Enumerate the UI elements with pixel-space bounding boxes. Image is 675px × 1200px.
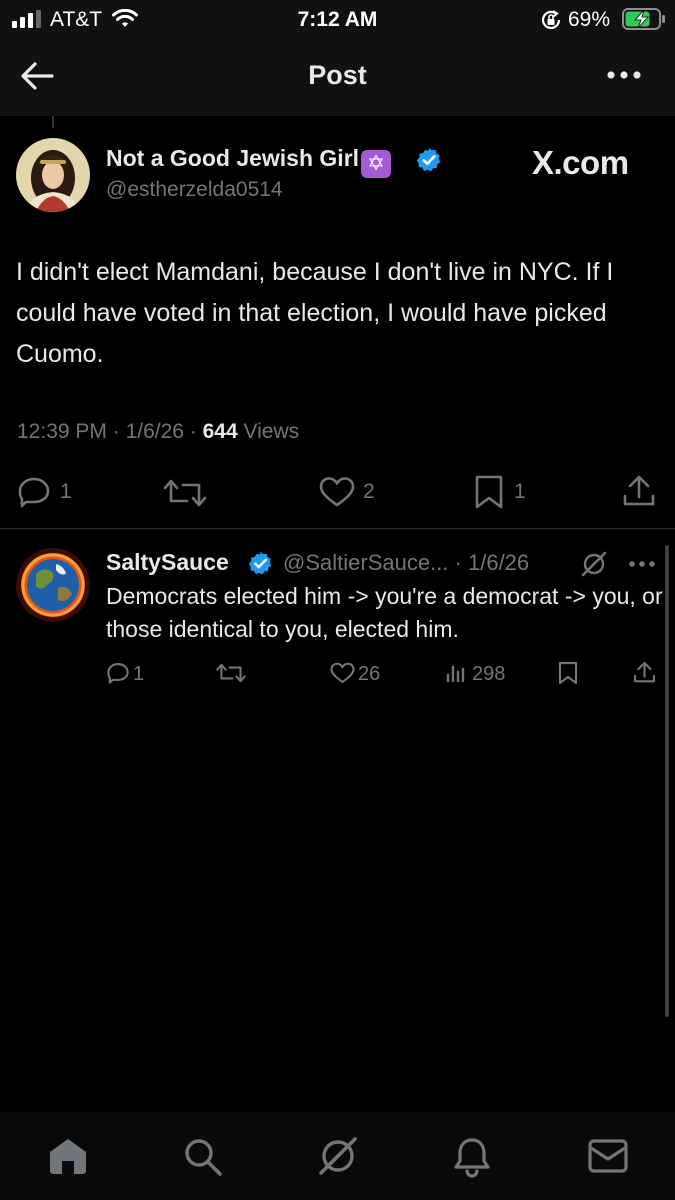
like-icon — [319, 477, 355, 507]
reply-reply-button[interactable]: 1 — [106, 661, 166, 687]
reply-button[interactable]: 1 — [17, 475, 97, 509]
messages-icon[interactable] — [588, 1139, 628, 1173]
search-icon[interactable] — [183, 1137, 223, 1177]
reply-icon — [18, 477, 50, 508]
bookmark-count: 1 — [514, 480, 526, 503]
retweet-icon[interactable] — [163, 477, 207, 509]
like-count: 2 — [363, 480, 375, 503]
share-icon[interactable] — [622, 474, 656, 508]
thread-line — [52, 116, 54, 128]
reply-reply-count: 1 — [133, 663, 145, 685]
like-button[interactable]: 2 — [319, 475, 389, 509]
retweet-icon[interactable] — [216, 662, 246, 684]
battery-charging-icon — [622, 8, 665, 30]
grok-icon[interactable] — [316, 1134, 360, 1178]
reply-avatar[interactable] — [16, 548, 90, 622]
author-name-text: Not a Good Jewish Girl — [106, 145, 360, 171]
avatar[interactable] — [16, 138, 90, 212]
bookmark-icon — [475, 475, 503, 509]
reply-views-count: 298 — [472, 663, 506, 685]
reply-author-handle[interactable]: @SaltierSauce... — [283, 550, 448, 575]
star-of-david-emoji: ✡ — [361, 150, 392, 178]
share-icon[interactable] — [633, 661, 656, 684]
reply-icon — [107, 663, 129, 684]
more-icon[interactable] — [606, 70, 642, 80]
views-label: Views — [243, 420, 300, 443]
grok-icon[interactable] — [580, 550, 608, 578]
views-icon — [446, 665, 465, 683]
orientation-lock-icon — [541, 10, 561, 29]
post-time[interactable]: 12:39 PM — [17, 420, 107, 443]
bookmark-button[interactable]: 1 — [474, 474, 534, 510]
reply-date[interactable]: 1/6/26 — [468, 550, 529, 575]
post-date[interactable]: 1/6/26 — [126, 420, 184, 443]
divider — [0, 528, 675, 529]
home-icon[interactable] — [48, 1137, 88, 1175]
reply-more-icon[interactable] — [628, 560, 656, 568]
reply-like-count: 26 — [358, 663, 381, 685]
reply-handle-line: @SaltierSauce... · 1/6/26 — [283, 550, 530, 575]
bookmark-icon[interactable] — [558, 661, 578, 685]
like-icon — [330, 662, 355, 683]
xcom-watermark: X.com — [532, 144, 629, 181]
reply-count: 1 — [60, 480, 72, 503]
reply-text: Democrats elected him -> you're a democr… — [106, 583, 663, 642]
reply-views-button[interactable]: 298 — [446, 661, 526, 687]
notifications-icon[interactable] — [452, 1136, 492, 1178]
post-metadata: 12:39 PM · 1/6/26 · 644 Views — [17, 420, 300, 443]
reply-author-name[interactable]: SaltySauce — [106, 549, 229, 576]
page-title: Post — [308, 60, 367, 90]
scrollbar[interactable] — [665, 545, 669, 1017]
reply-like-button[interactable]: 26 — [330, 661, 400, 687]
author-handle[interactable]: @estherzelda0514 — [106, 178, 283, 202]
views-count: 644 — [202, 420, 238, 443]
battery-percentage: 69% — [568, 8, 611, 31]
verified-badge-icon — [248, 551, 272, 575]
verified-badge-icon — [416, 147, 441, 172]
author-display-name[interactable]: Not a Good Jewish Girl ✡ — [106, 145, 392, 178]
post-text: I didn't elect Mamdani, because I don't … — [16, 258, 614, 368]
